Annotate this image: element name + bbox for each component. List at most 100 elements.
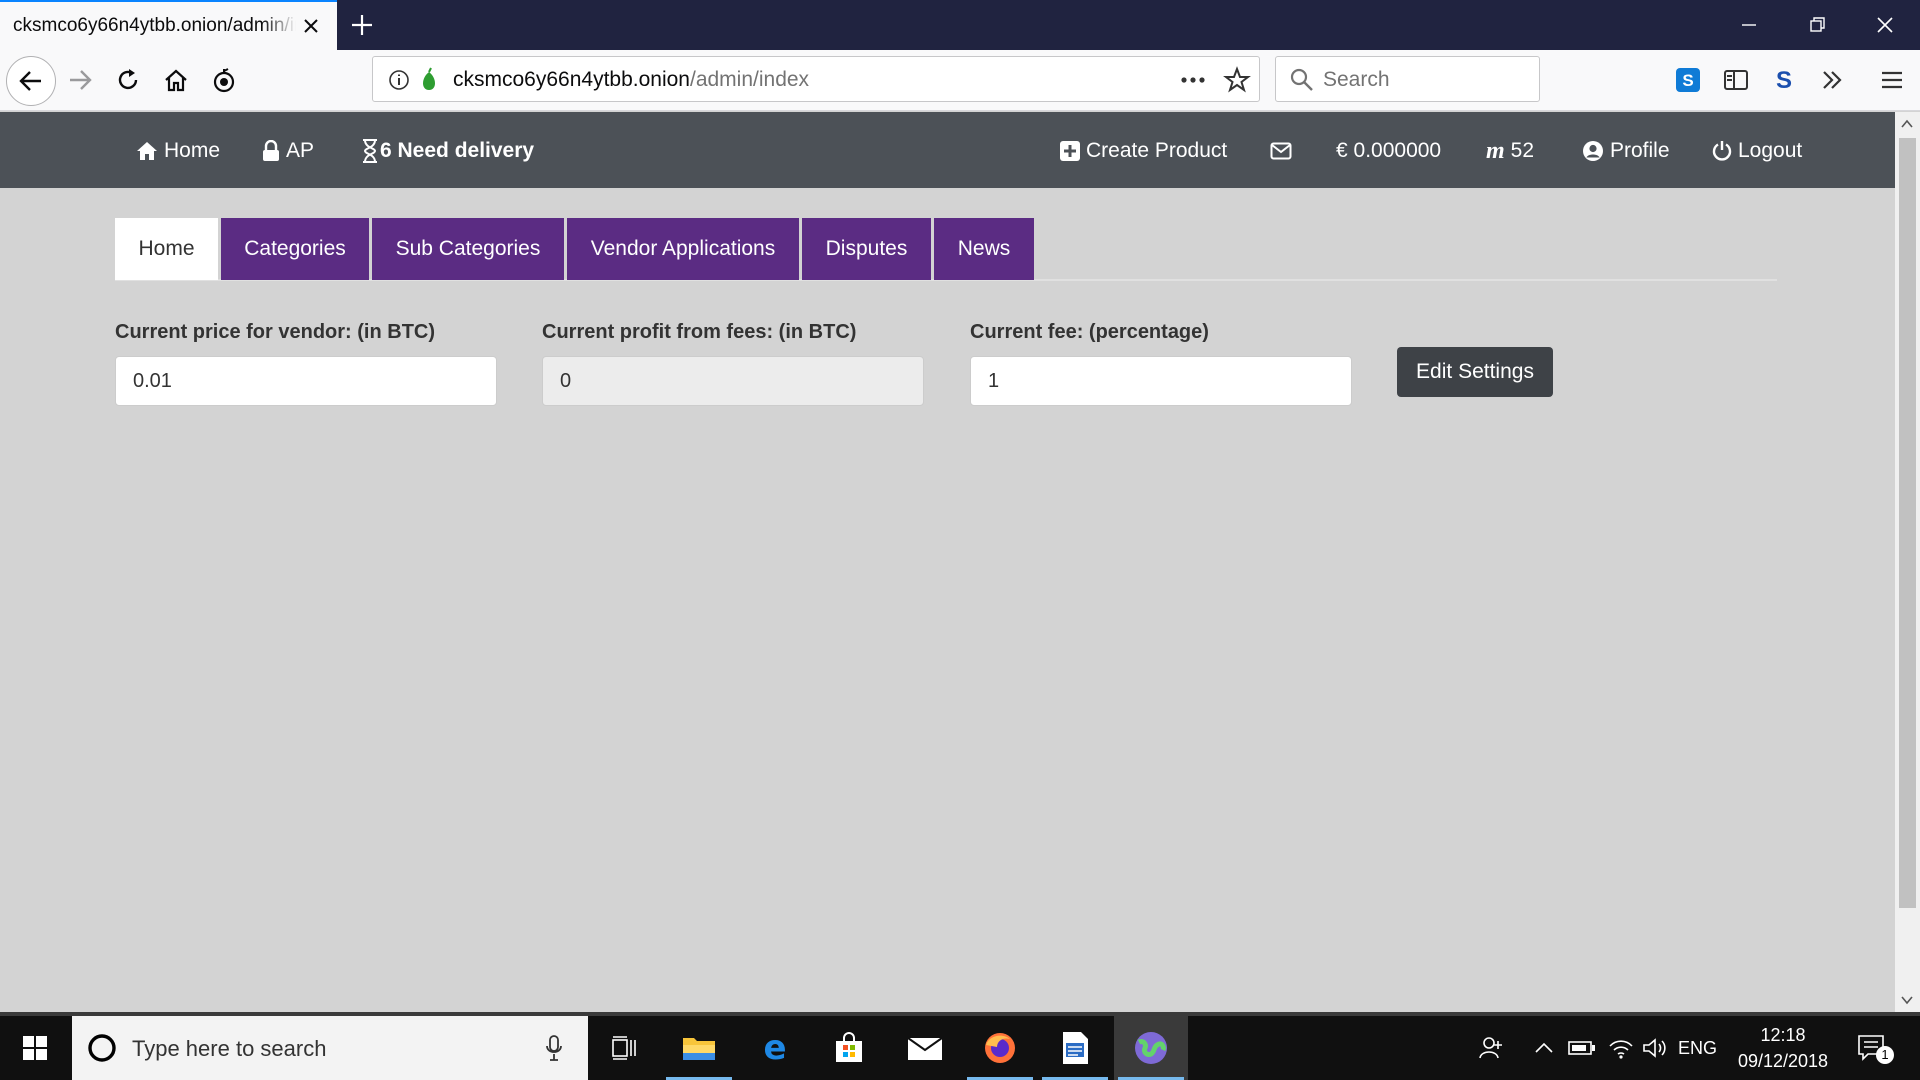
nav-ap-label: AP (286, 139, 315, 162)
tab-categories[interactable]: Categories (221, 218, 369, 280)
onion-icon (213, 68, 235, 93)
task-view-button[interactable] (588, 1016, 662, 1080)
battery-icon (1568, 1041, 1595, 1055)
browser-tab-strip: cksmco6y66n4ytbb.onion/admin/index (0, 0, 1920, 50)
windows-taskbar: Type here to search e ENG 12:18 09/12/20… (0, 1012, 1920, 1080)
people-icon (1479, 1037, 1502, 1059)
chevron-double-right-icon (1823, 71, 1842, 89)
close-window-icon[interactable] (1870, 10, 1900, 40)
microphone-icon[interactable] (544, 1034, 564, 1062)
mail-app[interactable] (888, 1016, 962, 1080)
file-explorer-app[interactable] (662, 1016, 736, 1080)
nav-balance[interactable]: € 0.000000 (1336, 136, 1441, 166)
overflow-menu-button[interactable] (1814, 62, 1850, 98)
forward-button[interactable] (62, 62, 98, 98)
web-page: Home AP 6 Need delivery Create Product €… (0, 112, 1895, 1012)
url-host: cksmco6y66n4ytbb.onion (453, 68, 690, 91)
sidebar-icon (1724, 70, 1748, 90)
people-button[interactable] (1478, 1016, 1504, 1080)
svg-text:S: S (1776, 67, 1792, 93)
back-arrow-icon (19, 71, 41, 91)
edge-app[interactable]: e (738, 1016, 812, 1080)
fee-label: Current fee: (percentage) (970, 321, 1209, 343)
bookmark-star-icon[interactable] (1223, 66, 1251, 94)
language-indicator[interactable]: ENG (1678, 1016, 1717, 1080)
tab-sub-categories[interactable]: Sub Categories (372, 218, 564, 280)
envelope-icon (1270, 142, 1292, 160)
browser-search-bar[interactable]: Search (1275, 56, 1540, 102)
browser-tab[interactable]: cksmco6y66n4ytbb.onion/admin/index (0, 0, 337, 50)
tor-onion-button[interactable] (206, 62, 242, 98)
page-scrollbar[interactable] (1895, 112, 1920, 1012)
onion-security-icon[interactable] (417, 66, 441, 94)
nav-profile-link[interactable]: Profile (1582, 136, 1670, 166)
store-app[interactable] (812, 1016, 886, 1080)
hourglass-icon (363, 139, 377, 163)
nav-monero-link[interactable]: m 52 (1486, 136, 1534, 166)
close-tab-icon[interactable] (299, 14, 323, 38)
svg-text:S: S (1682, 71, 1693, 90)
volume-button[interactable] (1642, 1016, 1670, 1080)
speaker-icon (1643, 1038, 1666, 1058)
nav-need-delivery-label: 6 Need delivery (380, 139, 535, 162)
tab-disputes[interactable]: Disputes (802, 218, 931, 280)
page-actions-icon[interactable] (1179, 68, 1207, 92)
tab-vendor-applications[interactable]: Vendor Applications (567, 218, 799, 280)
taskbar-clock[interactable]: 12:18 09/12/2018 (1718, 1022, 1848, 1074)
back-button[interactable] (6, 56, 56, 106)
wifi-button[interactable] (1608, 1016, 1634, 1080)
scroll-up-icon[interactable] (1900, 118, 1914, 130)
new-tab-icon[interactable] (346, 9, 378, 41)
fee-input[interactable] (970, 356, 1352, 406)
battery-button[interactable] (1568, 1016, 1596, 1080)
minimize-icon[interactable] (1734, 10, 1764, 40)
skype-icon: S (1676, 68, 1700, 92)
svg-text:e: e (763, 1032, 786, 1064)
nav-home-link[interactable]: Home (136, 136, 220, 166)
browser-tab-title: cksmco6y66n4ytbb.onion/admin/index (13, 15, 296, 36)
s-extension-button[interactable]: S (1766, 62, 1802, 98)
chevron-up-icon (1535, 1042, 1553, 1053)
mail-icon (907, 1037, 943, 1060)
tab-home[interactable]: Home (115, 218, 218, 280)
cortana-icon (88, 1034, 116, 1062)
nav-need-delivery-link[interactable]: 6 Need delivery (362, 136, 534, 166)
globe-icon (1135, 1032, 1167, 1064)
document-app[interactable] (1038, 1016, 1112, 1080)
restore-icon[interactable] (1802, 10, 1832, 40)
nav-ap-link[interactable]: AP (262, 136, 314, 166)
scrollbar-thumb[interactable] (1899, 138, 1916, 908)
home-icon (137, 142, 157, 160)
nav-logout-link[interactable]: Logout (1712, 136, 1802, 166)
lock-icon (263, 140, 279, 161)
firefox-icon (985, 1033, 1015, 1063)
nav-balance-value: € 0.000000 (1336, 139, 1442, 162)
site-info-icon[interactable] (387, 68, 411, 92)
tab-news[interactable]: News (934, 218, 1034, 280)
profit-label: Current profit from fees: (in BTC) (542, 321, 857, 343)
skype-extension-button[interactable]: S (1670, 62, 1706, 98)
hamburger-menu-button[interactable] (1874, 62, 1910, 98)
action-center-button[interactable]: 1 (1856, 1016, 1894, 1080)
sidebar-toggle-button[interactable] (1718, 62, 1754, 98)
scroll-down-icon[interactable] (1900, 994, 1914, 1006)
taskbar-search-box[interactable]: Type here to search (72, 1016, 588, 1080)
clock-time: 12:18 (1760, 1025, 1806, 1045)
tor-browser-app[interactable] (1114, 1016, 1188, 1080)
firefox-app[interactable] (963, 1016, 1037, 1080)
nav-create-product-link[interactable]: Create Product (1060, 136, 1227, 166)
store-bag-icon (836, 1032, 862, 1062)
vendor-price-input[interactable] (115, 356, 497, 406)
show-hidden-icons-button[interactable] (1534, 1016, 1554, 1080)
reload-button[interactable] (110, 62, 146, 98)
nav-messages-link[interactable] (1270, 136, 1292, 166)
hamburger-icon (1882, 71, 1902, 89)
url-bar[interactable]: cksmco6y66n4ytbb.onion/admin/index (372, 56, 1260, 102)
home-icon (165, 69, 187, 92)
start-button[interactable] (0, 1016, 70, 1080)
home-button[interactable] (158, 62, 194, 98)
url-text[interactable]: cksmco6y66n4ytbb.onion/admin/index (453, 68, 809, 92)
edit-settings-button[interactable]: Edit Settings (1397, 347, 1553, 397)
taskbar-search-placeholder: Type here to search (132, 1036, 327, 1061)
power-icon (1712, 141, 1732, 161)
